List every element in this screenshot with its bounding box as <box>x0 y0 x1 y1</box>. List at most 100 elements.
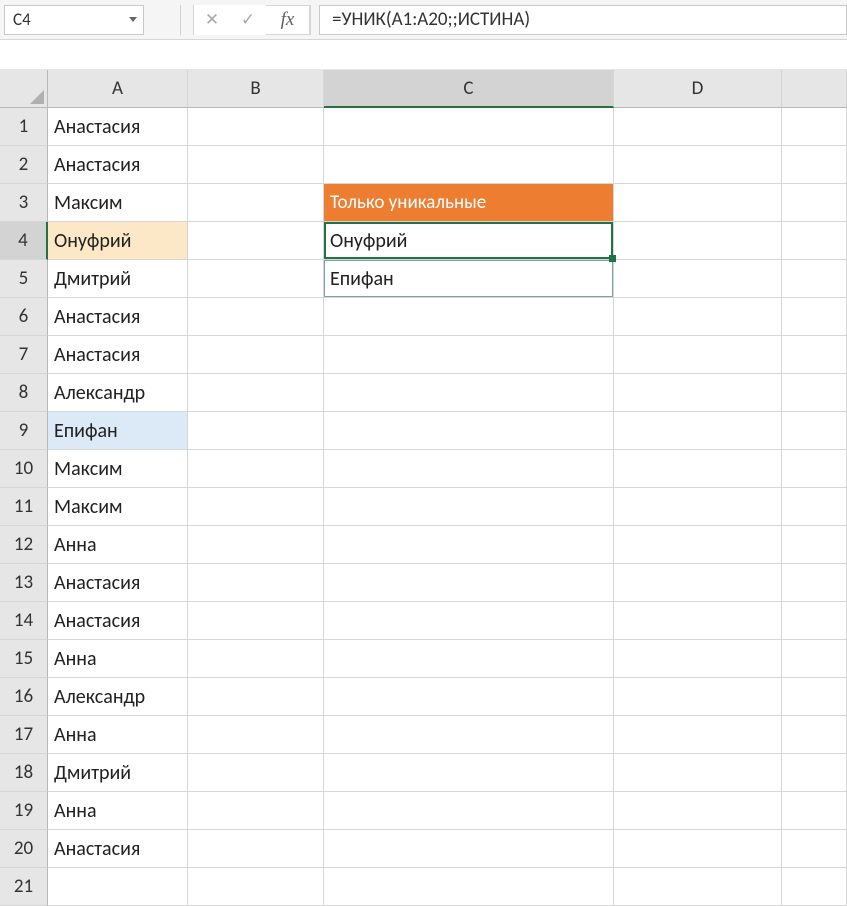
cell-D1[interactable] <box>614 108 782 146</box>
cell-A18[interactable]: Дмитрий <box>48 754 188 792</box>
cell-C1[interactable] <box>324 108 614 146</box>
cell-A4[interactable]: Онуфрий <box>48 222 188 260</box>
cell-A5[interactable]: Дмитрий <box>48 260 188 298</box>
cell-E1[interactable] <box>782 108 847 146</box>
cell-C17[interactable] <box>324 716 614 754</box>
enter-icon[interactable]: ✓ <box>230 5 266 35</box>
cell-C18[interactable] <box>324 754 614 792</box>
row-header[interactable]: 13 <box>0 564 48 602</box>
cell-C13[interactable] <box>324 564 614 602</box>
cell-C7[interactable] <box>324 336 614 374</box>
cell-D6[interactable] <box>614 298 782 336</box>
cell-A8[interactable]: Александр <box>48 374 188 412</box>
cell-C5[interactable]: Епифан <box>324 260 614 298</box>
cell-E6[interactable] <box>782 298 847 336</box>
cell-E17[interactable] <box>782 716 847 754</box>
dropdown-icon[interactable] <box>129 17 137 22</box>
row-header[interactable]: 10 <box>0 450 48 488</box>
cell-A1[interactable]: Анастасия <box>48 108 188 146</box>
cell-D20[interactable] <box>614 830 782 868</box>
row-header[interactable]: 17 <box>0 716 48 754</box>
cell-E9[interactable] <box>782 412 847 450</box>
cell-C21[interactable] <box>324 868 614 906</box>
cell-D3[interactable] <box>614 184 782 222</box>
cell-E15[interactable] <box>782 640 847 678</box>
cell-C4[interactable]: Онуфрий <box>324 222 614 260</box>
cell-C2[interactable] <box>324 146 614 184</box>
cell-C14[interactable] <box>324 602 614 640</box>
cell-E21[interactable] <box>782 868 847 906</box>
cell-D4[interactable] <box>614 222 782 260</box>
cell-D15[interactable] <box>614 640 782 678</box>
cell-B1[interactable] <box>188 108 324 146</box>
cell-D9[interactable] <box>614 412 782 450</box>
select-all-corner[interactable] <box>0 70 48 108</box>
cell-E14[interactable] <box>782 602 847 640</box>
cell-D8[interactable] <box>614 374 782 412</box>
cell-B16[interactable] <box>188 678 324 716</box>
cell-A9[interactable]: Епифан <box>48 412 188 450</box>
spreadsheet-grid[interactable]: A B C D 1Анастасия2Анастасия3МаксимТольк… <box>0 70 847 906</box>
cell-C10[interactable] <box>324 450 614 488</box>
cell-E19[interactable] <box>782 792 847 830</box>
cell-A6[interactable]: Анастасия <box>48 298 188 336</box>
row-header[interactable]: 4 <box>0 222 48 260</box>
row-header[interactable]: 19 <box>0 792 48 830</box>
cell-D12[interactable] <box>614 526 782 564</box>
cell-E3[interactable] <box>782 184 847 222</box>
cell-B20[interactable] <box>188 830 324 868</box>
cell-C20[interactable] <box>324 830 614 868</box>
row-header[interactable]: 9 <box>0 412 48 450</box>
cell-B19[interactable] <box>188 792 324 830</box>
cell-C19[interactable] <box>324 792 614 830</box>
cell-B6[interactable] <box>188 298 324 336</box>
col-header-E[interactable] <box>782 70 847 108</box>
cell-D17[interactable] <box>614 716 782 754</box>
cell-A16[interactable]: Александр <box>48 678 188 716</box>
name-box[interactable]: C4 <box>4 5 144 35</box>
cell-E2[interactable] <box>782 146 847 184</box>
col-header-B[interactable]: B <box>188 70 324 108</box>
cell-A2[interactable]: Анастасия <box>48 146 188 184</box>
cell-D19[interactable] <box>614 792 782 830</box>
cell-D7[interactable] <box>614 336 782 374</box>
row-header[interactable]: 7 <box>0 336 48 374</box>
cell-C12[interactable] <box>324 526 614 564</box>
col-header-A[interactable]: A <box>48 70 188 108</box>
row-header[interactable]: 18 <box>0 754 48 792</box>
cell-B14[interactable] <box>188 602 324 640</box>
cell-C16[interactable] <box>324 678 614 716</box>
cell-B11[interactable] <box>188 488 324 526</box>
cell-D16[interactable] <box>614 678 782 716</box>
cell-A13[interactable]: Анастасия <box>48 564 188 602</box>
cell-B4[interactable] <box>188 222 324 260</box>
cell-B17[interactable] <box>188 716 324 754</box>
row-header[interactable]: 14 <box>0 602 48 640</box>
cell-E12[interactable] <box>782 526 847 564</box>
cell-B15[interactable] <box>188 640 324 678</box>
cell-B9[interactable] <box>188 412 324 450</box>
row-header[interactable]: 15 <box>0 640 48 678</box>
cell-B8[interactable] <box>188 374 324 412</box>
cell-A12[interactable]: Анна <box>48 526 188 564</box>
fx-icon[interactable]: fx <box>266 5 310 35</box>
cell-D10[interactable] <box>614 450 782 488</box>
cell-A11[interactable]: Максим <box>48 488 188 526</box>
cell-A10[interactable]: Максим <box>48 450 188 488</box>
col-header-D[interactable]: D <box>614 70 782 108</box>
row-header[interactable]: 3 <box>0 184 48 222</box>
cell-E4[interactable] <box>782 222 847 260</box>
cell-C15[interactable] <box>324 640 614 678</box>
cell-A15[interactable]: Анна <box>48 640 188 678</box>
row-header[interactable]: 6 <box>0 298 48 336</box>
cell-E10[interactable] <box>782 450 847 488</box>
row-header[interactable]: 20 <box>0 830 48 868</box>
cell-A17[interactable]: Анна <box>48 716 188 754</box>
cell-D21[interactable] <box>614 868 782 906</box>
cell-C8[interactable] <box>324 374 614 412</box>
cell-B5[interactable] <box>188 260 324 298</box>
row-header[interactable]: 5 <box>0 260 48 298</box>
cell-E7[interactable] <box>782 336 847 374</box>
row-header[interactable]: 21 <box>0 868 48 906</box>
cell-C6[interactable] <box>324 298 614 336</box>
